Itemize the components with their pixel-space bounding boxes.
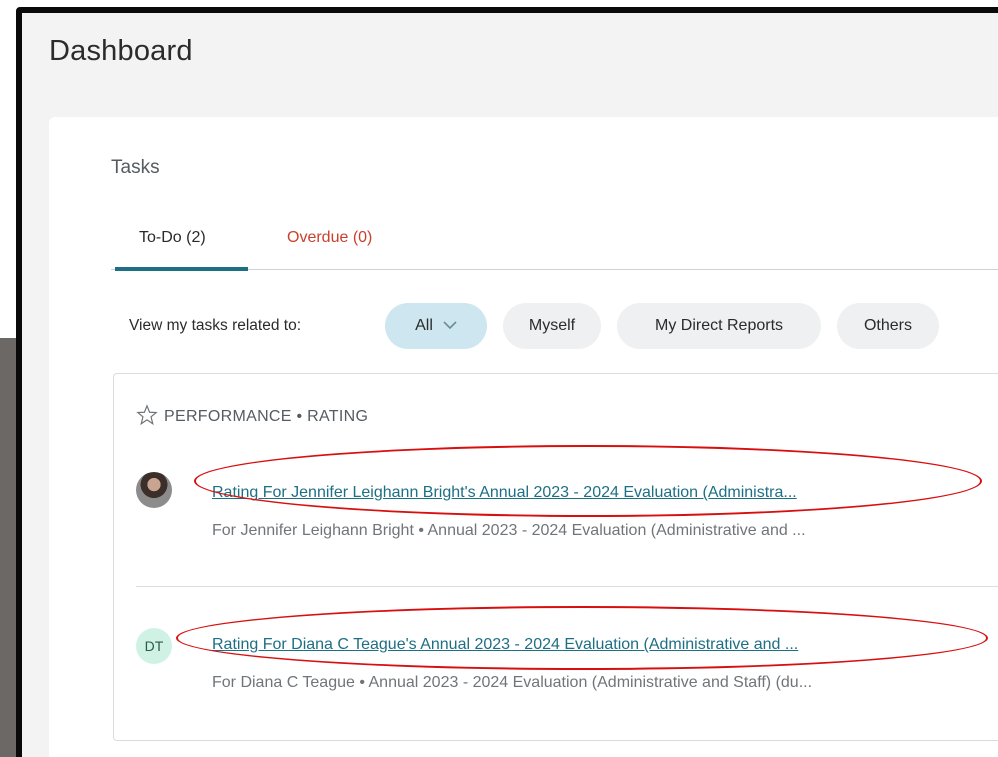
section-heading: PERFORMANCE • RATING xyxy=(136,404,368,426)
avatar xyxy=(136,472,172,508)
avatar: DT xyxy=(136,628,172,664)
task-link[interactable]: Rating For Jennifer Leighann Bright's An… xyxy=(212,484,797,502)
task-list: PERFORMANCE • RATING Rating For Jennifer… xyxy=(113,373,998,741)
filter-chip-all-label: All xyxy=(415,317,433,334)
filter-chip-all[interactable]: All xyxy=(385,303,487,349)
filter-label: View my tasks related to: xyxy=(129,317,302,334)
active-tab-indicator xyxy=(115,267,248,271)
tasks-card-title: Tasks xyxy=(111,157,160,178)
task-tabs: To-Do (2) Overdue (0) xyxy=(111,221,998,271)
filter-chip-my-direct-reports[interactable]: My Direct Reports xyxy=(617,303,821,349)
star-icon[interactable] xyxy=(136,404,158,426)
task-divider xyxy=(136,586,998,587)
tasks-card: Tasks To-Do (2) Overdue (0) View my task… xyxy=(49,117,998,757)
task-subtitle: For Diana C Teague • Annual 2023 - 2024 … xyxy=(212,674,813,691)
task-subtitle: For Jennifer Leighann Bright • Annual 20… xyxy=(212,522,806,539)
tab-overdue[interactable]: Overdue (0) xyxy=(287,229,372,247)
tab-to-do[interactable]: To-Do (2) xyxy=(139,229,206,247)
app-window: Dashboard Tasks To-Do (2) Overdue (0) Vi… xyxy=(16,7,998,757)
screenshot-stage: Dashboard Tasks To-Do (2) Overdue (0) Vi… xyxy=(0,0,998,757)
filter-chip-myself[interactable]: Myself xyxy=(503,303,601,349)
chevron-down-icon xyxy=(443,303,457,349)
task-link[interactable]: Rating For Diana C Teague's Annual 2023 … xyxy=(212,636,798,654)
page-title: Dashboard xyxy=(49,35,193,67)
task-filter-row: View my tasks related to: All Myself My … xyxy=(129,303,998,351)
filter-chip-others[interactable]: Others xyxy=(837,303,939,349)
section-heading-label: PERFORMANCE • RATING xyxy=(164,408,369,425)
